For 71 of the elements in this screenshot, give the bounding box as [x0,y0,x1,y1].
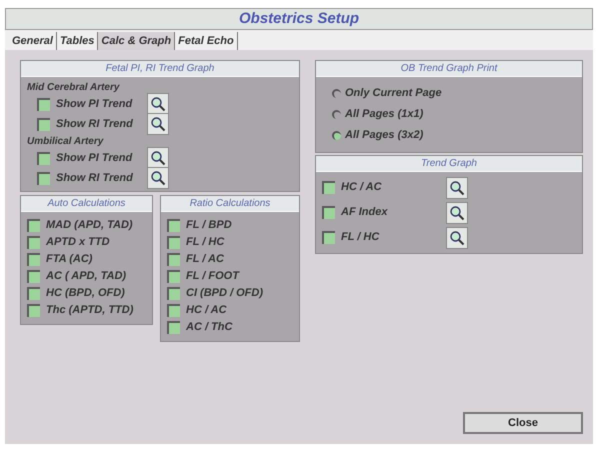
radio-button[interactable] [332,89,341,98]
magnifier-icon [150,170,166,186]
option-label: Show PI Trend [56,150,132,166]
zoom-button[interactable] [147,147,169,169]
window-title: Obstetrics Setup [5,8,593,30]
magnifier-icon [150,116,166,132]
option-label: MAD (APD, TAD) [46,218,133,234]
option-label: FL / BPD [186,218,232,234]
checkbox[interactable] [322,231,335,244]
checkbox[interactable] [37,172,50,184]
section-header: Trend Graph [316,156,582,172]
option-label: HC / AC [341,180,382,196]
option-label: FL / FOOT [186,269,239,284]
checkbox[interactable] [37,98,50,110]
checkbox[interactable] [27,253,40,266]
magnifier-icon [150,150,166,166]
checkbox[interactable] [27,304,40,317]
option-label: Show RI Trend [56,170,133,186]
checkbox[interactable] [167,236,180,249]
option-label: Show RI Trend [56,116,133,132]
zoom-button[interactable] [446,176,468,198]
checkbox[interactable] [167,253,180,266]
checkbox[interactable] [27,270,40,283]
magnifier-icon [150,96,166,112]
checkbox[interactable] [167,270,180,283]
checkbox[interactable] [167,287,180,300]
group-label: Mid Cerebral Artery [27,81,121,94]
zoom-button[interactable] [446,202,468,224]
zoom-button[interactable] [147,93,169,115]
zoom-button[interactable] [147,113,169,135]
section-header: Auto Calculations [21,196,152,212]
option-label: HC (BPD, OFD) [46,286,125,302]
option-label: All Pages (3x2) [345,128,424,144]
option-label: FL / AC [186,252,224,268]
magnifier-icon [449,180,465,196]
option-label: FTA (AC) [46,252,92,268]
checkbox[interactable] [167,321,180,334]
section-header: Ratio Calculations [161,196,299,212]
option-label: AC ( APD, TAD) [46,269,126,284]
option-label: AF Index [341,205,388,220]
checkbox[interactable] [322,206,335,219]
checkbox[interactable] [167,304,180,317]
option-label: All Pages (1x1) [345,107,424,122]
option-label: HC / AC [186,303,227,318]
tab[interactable]: Calc & Graph [98,32,176,50]
radio-button[interactable] [332,131,341,140]
zoom-button[interactable] [147,167,169,189]
section-header: OB Trend Graph Print [316,61,582,77]
checkbox[interactable] [27,219,40,232]
close-button[interactable]: Close [463,412,583,434]
option-label: Thc (APTD, TTD) [46,303,134,318]
option-label: FL / HC [186,235,224,250]
option-label: Show PI Trend [56,96,132,112]
option-label: CI (BPD / OFD) [186,286,263,302]
checkbox[interactable] [37,118,50,130]
checkbox[interactable] [322,181,335,194]
magnifier-icon [449,204,465,220]
checkbox[interactable] [167,219,180,232]
option-label: APTD x TTD [46,235,110,250]
option-label: Only Current Page [345,86,442,102]
radio-button[interactable] [332,110,341,119]
option-label: AC / ThC [186,320,232,336]
magnifier-icon [449,230,465,246]
checkbox[interactable] [27,236,40,249]
group-label: Umbilical Artery [27,135,104,148]
section-header: Fetal PI, RI Trend Graph [21,61,299,77]
checkbox[interactable] [37,152,50,164]
checkbox[interactable] [27,287,40,300]
tab[interactable]: Fetal Echo [175,32,238,50]
zoom-button[interactable] [446,226,468,248]
option-label: FL / HC [341,230,380,246]
